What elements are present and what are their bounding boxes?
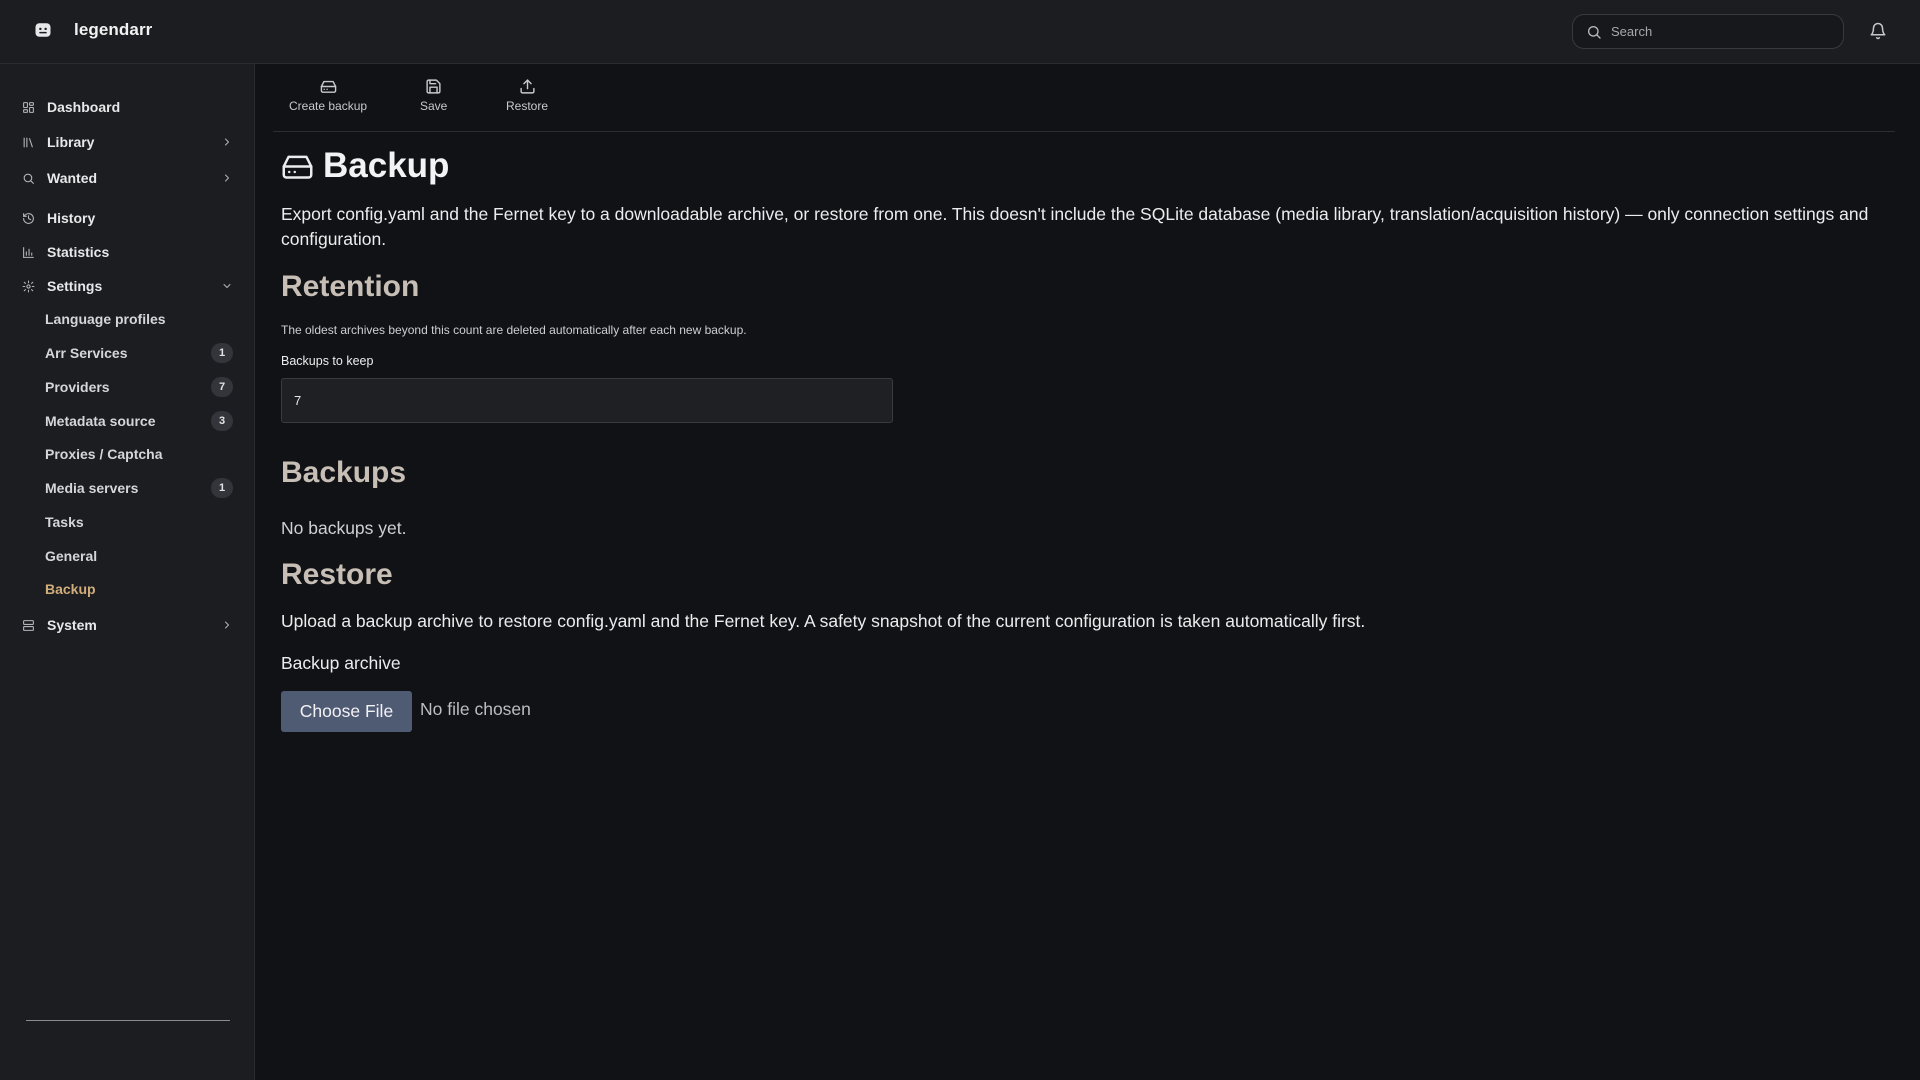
sidebar-item-label: System (47, 617, 97, 633)
backups-heading: Backups (281, 456, 407, 489)
search-icon (23, 173, 34, 184)
sidebar-subitem-tasks[interactable]: Tasks (0, 508, 255, 536)
sidebar-item-label: Settings (47, 278, 103, 294)
page-description: Export config.yaml and the Fernet key to… (281, 204, 1869, 249)
page-title-text: Backup (323, 146, 450, 185)
backups-to-keep-input[interactable] (281, 378, 893, 423)
save-button[interactable]: Save (420, 78, 447, 113)
backups-empty-text: No backups yet. (281, 518, 407, 538)
chevron-right-icon (225, 138, 229, 146)
save-icon (426, 79, 441, 94)
top-bar: legendarr (0, 0, 1920, 64)
app-name: legendarr (74, 20, 153, 39)
server-icon (23, 619, 34, 631)
gear-icon (22, 280, 35, 292)
sidebar-item-system[interactable]: System (0, 610, 255, 640)
sidebar-item-library[interactable]: Library (0, 127, 255, 157)
sidebar-subitem-media-servers[interactable]: Media servers 1 (0, 474, 255, 502)
sidebar-item-label: Dashboard (47, 99, 121, 115)
create-backup-button[interactable]: Create backup (289, 78, 367, 113)
sidebar-subitem-label: Arr Services (45, 345, 128, 361)
sidebar-item-label: Statistics (47, 244, 110, 260)
backup-archive-label: Backup archive (281, 653, 401, 673)
sidebar-subitem-language-profiles[interactable]: Language profiles (0, 305, 255, 333)
create-backup-label: Create backup (289, 99, 368, 113)
sidebar-subitem-backup[interactable]: Backup (0, 575, 255, 603)
search-icon (1588, 25, 1601, 39)
app-logo-icon (35, 23, 51, 37)
search-input[interactable] (1611, 24, 1831, 39)
sidebar-subitem-label: Providers (45, 379, 110, 395)
count-badge: 1 (211, 478, 233, 498)
brand[interactable]: legendarr (34, 20, 152, 40)
save-label: Save (420, 99, 448, 113)
restore-heading: Restore (281, 558, 393, 591)
count-badge: 1 (211, 343, 233, 363)
upload-icon (519, 79, 535, 94)
sidebar-subitem-proxies-captcha[interactable]: Proxies / Captcha (0, 440, 255, 468)
chevron-right-icon (225, 174, 229, 182)
sidebar-subitem-general[interactable]: General (0, 542, 255, 570)
backups-to-keep-label: Backups to keep (281, 354, 374, 368)
restore-button[interactable]: Restore (506, 78, 548, 113)
choose-file-button[interactable]: Choose File (281, 691, 412, 732)
dashboard-icon (23, 101, 34, 113)
retention-heading: Retention (281, 270, 420, 303)
sidebar-item-wanted[interactable]: Wanted (0, 163, 255, 193)
sidebar-item-label: Library (47, 134, 95, 150)
sidebar-subitem-metadata-source[interactable]: Metadata source 3 (0, 407, 255, 435)
retention-help-text: The oldest archives beyond this count ar… (281, 323, 747, 337)
sidebar-subitem-label: General (45, 548, 98, 564)
bar-chart-icon (23, 246, 34, 258)
bell-icon[interactable] (1869, 22, 1887, 40)
page-title: Backup (281, 146, 449, 186)
sidebar-subitem-label: Metadata source (45, 413, 156, 429)
library-icon (23, 137, 33, 147)
chevron-right-icon (225, 621, 229, 629)
sidebar-item-label: History (47, 210, 96, 226)
sidebar-item-statistics[interactable]: Statistics (0, 237, 255, 267)
toolbar-divider (273, 131, 1895, 132)
sidebar-item-dashboard[interactable]: Dashboard (0, 92, 255, 122)
sidebar-subitem-label: Language profiles (45, 311, 166, 327)
sidebar-subitem-label: Media servers (45, 480, 139, 496)
file-status-text: No file chosen (420, 699, 531, 719)
restore-label: Restore (506, 99, 549, 113)
hard-drive-icon (282, 155, 313, 179)
sidebar-item-settings[interactable]: Settings (0, 271, 255, 301)
count-badge: 3 (211, 411, 233, 431)
history-icon (23, 212, 34, 224)
count-badge: 7 (211, 377, 233, 397)
search-box[interactable] (1572, 14, 1844, 49)
sidebar-item-history[interactable]: History (0, 203, 255, 233)
sidebar-subitem-label: Proxies / Captcha (45, 446, 163, 462)
sidebar: Dashboard Library Wanted History Statist… (0, 64, 255, 1080)
restore-description: Upload a backup archive to restore confi… (281, 611, 1366, 631)
sidebar-subitem-arr-services[interactable]: Arr Services 1 (0, 339, 255, 367)
sidebar-item-label: Wanted (47, 170, 98, 186)
hard-drive-icon (320, 80, 336, 93)
sidebar-subitem-label: Tasks (45, 514, 84, 530)
sidebar-subitem-providers[interactable]: Providers 7 (0, 373, 255, 401)
chevron-down-icon (223, 284, 231, 288)
sidebar-divider (26, 1020, 230, 1021)
sidebar-subitem-label: Backup (45, 581, 96, 597)
